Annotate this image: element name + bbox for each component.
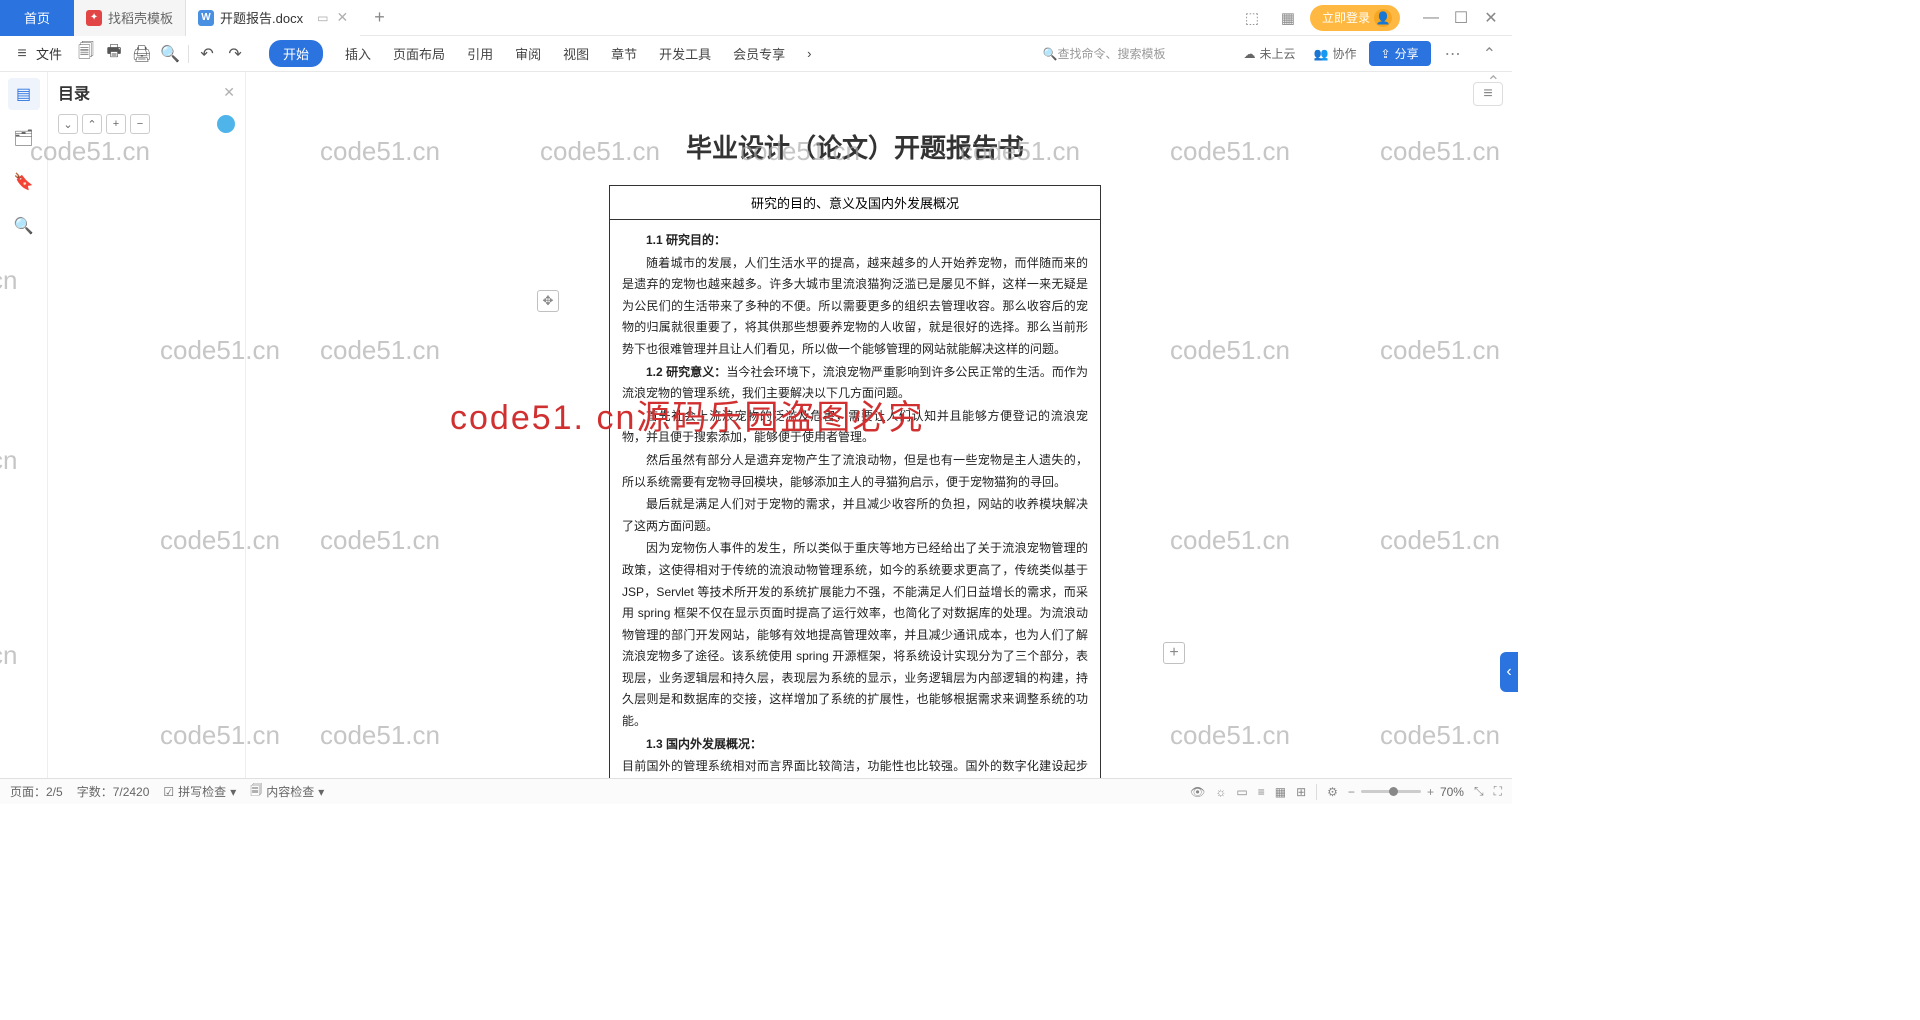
side-tab-icon[interactable]: ‹ xyxy=(1500,652,1518,692)
right-rail: ⌃ ≡ ‹ xyxy=(1464,72,1512,778)
share-button[interactable]: ⇪ 分享 xyxy=(1369,41,1431,66)
collab-label: 协作 xyxy=(1333,45,1357,62)
apps-icon[interactable]: ▦ xyxy=(1274,4,1302,32)
outline-add-icon[interactable]: + xyxy=(106,114,126,134)
tab-home[interactable]: 首页 xyxy=(0,0,74,36)
outline-remove-icon[interactable]: − xyxy=(130,114,150,134)
content-table: 研究的目的、意义及国内外发展概况 1.1 研究目的： 随着城市的发展，人们生活水… xyxy=(609,185,1101,778)
zoom-out-icon[interactable]: − xyxy=(1348,785,1355,799)
zoom-slider[interactable] xyxy=(1361,790,1421,793)
login-label: 立即登录 xyxy=(1322,9,1370,26)
zoom-icon[interactable]: 🔍 xyxy=(156,40,184,68)
login-button[interactable]: 立即登录 👤 xyxy=(1310,5,1400,31)
view-mode-4-icon[interactable]: ⊞ xyxy=(1296,785,1306,799)
heading: 1.1 研究目的： xyxy=(622,230,1088,252)
menu-review[interactable]: 审阅 xyxy=(515,40,541,67)
toolbar: ≡ 文件 🗐 🖶 🖨 🔍 ↶ ↷ 开始 插入 页面布局 引用 审阅 视图 章节 … xyxy=(0,36,1512,72)
reading-mode-icon[interactable]: 👁 xyxy=(1190,785,1205,799)
paragraph: 然后虽然有部分人是遗弃宠物产生了流浪动物，但是也有一些宠物是主人遗失的，所以系统… xyxy=(622,450,1088,493)
title-bar: 首页 ✦ 找稻壳模板 W 开题报告.docx ▭ ✕ + ⬚ ▦ 立即登录 👤 … xyxy=(0,0,1512,36)
more-icon[interactable]: ⋯ xyxy=(1437,44,1469,64)
command-search[interactable]: 🔍 查找命令、搜索模板 xyxy=(1043,45,1166,62)
save-icon[interactable]: 🗐 xyxy=(72,40,100,68)
collab-button[interactable]: 👥 协作 xyxy=(1308,42,1363,65)
outline-icon[interactable]: ▤ xyxy=(8,78,40,110)
zoom-value[interactable]: 70% xyxy=(1440,785,1464,799)
layout-icon[interactable]: ⬚ xyxy=(1238,4,1266,32)
outline-collapse-icon[interactable]: ⌄ xyxy=(58,114,78,134)
cloud-label: 未上云 xyxy=(1260,45,1296,62)
tab-new[interactable]: + xyxy=(360,0,399,36)
menu-start[interactable]: 开始 xyxy=(269,40,323,67)
sidebar-close-icon[interactable]: ✕ xyxy=(223,84,235,101)
scroll-up-icon[interactable]: ⌃ xyxy=(1487,72,1500,92)
tab-close-icon[interactable]: ✕ xyxy=(336,9,348,26)
heading: 1.3 国内外发展概况： xyxy=(622,734,1088,756)
zoom-in-icon[interactable]: + xyxy=(1427,785,1434,799)
collapse-icon[interactable]: ⌃ xyxy=(1475,44,1504,64)
content-check-toggle[interactable]: 🗐 内容检查 ▾ xyxy=(250,781,324,802)
paragraph: 目前国外的管理系统相对而言界面比较简洁，功能性也比较强。国外的数字化建设起步比较… xyxy=(622,756,1088,778)
outline-expand-icon[interactable]: ⌃ xyxy=(82,114,102,134)
wps-icon: W xyxy=(198,10,214,26)
fullscreen-icon[interactable]: ⛶ xyxy=(1494,784,1502,799)
focus-mode-icon[interactable]: ☼ xyxy=(1215,785,1226,799)
menu-insert[interactable]: 插入 xyxy=(345,40,371,67)
search-panel-icon[interactable]: 🔍 xyxy=(8,210,40,242)
paragraph: 随着城市的发展，人们生活水平的提高，越来越多的人开始养宠物，而伴随而来的是遗弃的… xyxy=(622,253,1088,361)
menu-view[interactable]: 视图 xyxy=(563,40,589,67)
maximize-button[interactable]: ☐ xyxy=(1446,4,1476,32)
heading: 1.2 研究意义：当今社会环境下，流浪宠物严重影响到许多公民正常的生活。而作为流… xyxy=(622,362,1088,405)
left-toolbar: ▤ 🗂 🔖 🔍 xyxy=(0,72,48,778)
view-mode-1-icon[interactable]: ▭ xyxy=(1236,785,1247,799)
drawer-icon[interactable]: 🗂 xyxy=(8,122,40,154)
menu-member[interactable]: 会员专享 xyxy=(733,40,785,67)
menu-icon[interactable]: ≡ xyxy=(8,40,36,68)
file-menu[interactable]: 文件 xyxy=(36,44,62,63)
settings-icon[interactable]: ⚙ xyxy=(1327,785,1338,799)
avatar-icon: 👤 xyxy=(1374,9,1392,27)
menu-devtools[interactable]: 开发工具 xyxy=(659,40,711,67)
page-indicator[interactable]: 页面：2/5 xyxy=(10,783,63,800)
share-label: 分享 xyxy=(1395,45,1419,62)
search-placeholder: 查找命令、搜索模板 xyxy=(1058,45,1166,62)
menu-pagelayout[interactable]: 页面布局 xyxy=(393,40,445,67)
tab-docer[interactable]: ✦ 找稻壳模板 xyxy=(74,0,186,36)
document-canvas[interactable]: ✥ + 毕业设计（论文）开题报告书 研究的目的、意义及国内外发展概况 1.1 研… xyxy=(246,72,1464,778)
sidebar-title: 目录 xyxy=(58,80,90,104)
menu-reference[interactable]: 引用 xyxy=(467,40,493,67)
view-mode-2-icon[interactable]: ≡ xyxy=(1258,785,1265,799)
status-bar: 页面：2/5 字数：7/2420 ☑ 拼写检查 ▾ 🗐 内容检查 ▾ 👁 ☼ ▭… xyxy=(0,778,1512,804)
preview-icon[interactable]: 🖨 xyxy=(128,40,156,68)
tab-device-icon: ▭ xyxy=(317,11,328,25)
minimize-button[interactable]: — xyxy=(1416,4,1446,32)
bookmark-icon[interactable]: 🔖 xyxy=(8,166,40,198)
print-icon[interactable]: 🖶 xyxy=(100,40,128,68)
menu-more-icon[interactable]: › xyxy=(807,42,811,65)
paragraph: 最后就是满足人们对于宠物的需求，并且减少收容所的负担，网站的收养模块解决了这两方… xyxy=(622,494,1088,537)
outline-sidebar: 目录 ✕ ⌄ ⌃ + − xyxy=(48,72,246,778)
fit-width-icon[interactable]: ⤡ xyxy=(1474,784,1484,799)
tab-label: 开题报告.docx xyxy=(220,8,303,27)
view-mode-3-icon[interactable]: ▦ xyxy=(1275,785,1286,799)
docer-icon: ✦ xyxy=(86,10,102,26)
word-count[interactable]: 字数：7/2420 xyxy=(77,783,150,800)
add-section-icon[interactable]: + xyxy=(1163,642,1185,664)
box-body[interactable]: 1.1 研究目的： 随着城市的发展，人们生活水平的提高，越来越多的人开始养宠物，… xyxy=(610,220,1100,778)
close-button[interactable]: ✕ xyxy=(1476,4,1506,32)
cloud-status[interactable]: ☁ 未上云 xyxy=(1238,42,1302,65)
tab-label: 找稻壳模板 xyxy=(108,8,173,27)
sidebar-indicator-icon[interactable] xyxy=(217,115,235,133)
paragraph: 因为宠物伤人事件的发生，所以类似于重庆等地方已经给出了关于流浪宠物管理的政策，这… xyxy=(622,538,1088,732)
menu-chapter[interactable]: 章节 xyxy=(611,40,637,67)
move-handle-icon[interactable]: ✥ xyxy=(537,290,559,312)
redo-icon[interactable]: ↷ xyxy=(221,40,249,68)
document-title: 毕业设计（论文）开题报告书 xyxy=(555,86,1155,185)
undo-icon[interactable]: ↶ xyxy=(193,40,221,68)
box-header: 研究的目的、意义及国内外发展概况 xyxy=(610,186,1100,220)
tab-document[interactable]: W 开题报告.docx ▭ ✕ xyxy=(186,0,360,36)
spellcheck-toggle[interactable]: ☑ 拼写检查 ▾ xyxy=(163,783,236,800)
paragraph: 首先社会上流浪宠物的泛滥及危害，需要让人们认知并且能够方便登记的流浪宠物，并且便… xyxy=(622,406,1088,449)
